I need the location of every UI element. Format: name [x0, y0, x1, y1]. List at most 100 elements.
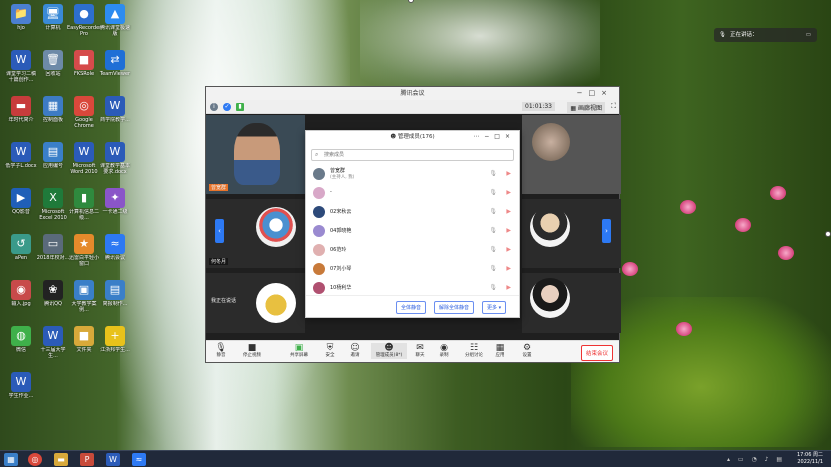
microphone-icon: 🎙: [719, 32, 726, 38]
microphone-muted-icon[interactable]: 🎙: [489, 246, 497, 253]
desktop-icon[interactable]: ▦ 控制面板: [36, 96, 70, 129]
camera-off-icon[interactable]: ▶: [506, 246, 511, 253]
video-tile[interactable]: 我正在说话: [206, 273, 305, 333]
microphone-muted-icon[interactable]: 🎙: [489, 189, 497, 196]
manage-members-button[interactable]: ☻ 管理成员(8*): [371, 343, 407, 359]
camera-off-icon[interactable]: ▶: [506, 170, 511, 177]
unmute-all-button[interactable]: 解除全体静音: [434, 301, 475, 314]
desktop-icon[interactable]: W 低学子L.docx: [4, 142, 38, 175]
desktop-icon[interactable]: ▬ 年时代简介: [4, 96, 38, 129]
info-icon[interactable]: i: [210, 103, 218, 111]
member-row[interactable]: 06范玲 🎙 ▶: [306, 241, 519, 260]
fullscreen-icon[interactable]: ⛶: [611, 102, 616, 111]
tencent-meeting-icon[interactable]: ≈: [132, 453, 146, 466]
desktop-icon[interactable]: W 学生作业...: [4, 372, 38, 405]
video-tile[interactable]: 曾宽群: [206, 115, 305, 194]
powerpoint-icon[interactable]: P: [80, 453, 94, 466]
close-icon[interactable]: ×: [505, 133, 515, 140]
desktop-icon[interactable]: W 课堂学习二稿十篇创作...: [4, 50, 38, 83]
apps-button[interactable]: ▦ 应用: [486, 343, 514, 359]
more-button[interactable]: 更多 ▾: [482, 301, 507, 314]
prev-page-button[interactable]: ‹: [215, 219, 224, 243]
stop-video-button[interactable]: ■ 停止视频: [238, 343, 266, 359]
invite-button[interactable]: ☺ 邀请: [341, 343, 369, 359]
microphone-muted-icon[interactable]: 🎙: [489, 170, 497, 177]
camera-off-icon[interactable]: ▶: [506, 284, 511, 291]
desktop-icon[interactable]: ▶ QQ影音: [4, 188, 38, 221]
microphone-muted-icon[interactable]: 🎙: [489, 265, 497, 272]
mute-all-button[interactable]: 全体静音: [396, 301, 427, 314]
shield-icon[interactable]: ✓: [223, 103, 231, 111]
camera-off-icon[interactable]: ▶: [506, 265, 511, 272]
desktop-icon-label: 微信: [15, 347, 26, 353]
camera-off-icon[interactable]: ▶: [506, 189, 511, 196]
microphone-muted-icon[interactable]: 🎙: [489, 227, 497, 234]
maximize-icon[interactable]: □: [494, 133, 505, 140]
chrome-icon[interactable]: ◎: [28, 453, 42, 466]
system-tray-icons[interactable]: ▴ ▭ ◔ ♪ ▤: [727, 456, 785, 463]
word-icon[interactable]: W: [106, 453, 120, 466]
chevron-icon[interactable]: ▭: [806, 28, 811, 42]
desktop-icon[interactable]: 📁 hjo: [4, 4, 38, 37]
desktop-icon[interactable]: ◎ Google Chrome: [67, 96, 101, 129]
desktop-icon[interactable]: ▤ 简报制作...: [98, 280, 132, 313]
signal-icon[interactable]: ▮: [236, 103, 244, 111]
desktop-icon[interactable]: ■ FKSRole: [67, 50, 101, 83]
desktop-icon[interactable]: ■ 文件夹: [67, 326, 101, 359]
desktop-icon[interactable]: ◉ 输入.jpg: [4, 280, 38, 313]
mute-button[interactable]: 🎙 静音: [207, 343, 235, 359]
share-screen-button[interactable]: ▣ 共享屏幕: [285, 343, 313, 359]
camera-off-icon[interactable]: ▶: [506, 208, 511, 215]
meeting-title: 腾讯会议: [400, 90, 425, 97]
desktop-icon[interactable]: ▮ 计算机信息二级...: [67, 188, 101, 221]
member-row[interactable]: 曾宽群 (主持人, 我) 🎙 ▶: [306, 165, 519, 184]
video-tile[interactable]: [522, 115, 621, 194]
member-row[interactable]: 07刘小琴 🎙 ▶: [306, 260, 519, 279]
desktop-icon[interactable]: W 课堂教学基本要求.docx: [98, 142, 132, 175]
minimize-icon[interactable]: −: [577, 89, 589, 97]
selection-handle[interactable]: [825, 231, 831, 237]
record-button[interactable]: ◉ 录制: [430, 343, 458, 359]
desktop-icon[interactable]: W Microsoft Word 2010: [67, 142, 101, 175]
member-row[interactable]: 02宋秋云 🎙 ▶: [306, 203, 519, 222]
app-icon: W: [11, 142, 31, 162]
start-button-icon[interactable]: ▦: [4, 453, 18, 466]
desktop-icon[interactable]: ≈ 腾讯会议: [98, 234, 132, 267]
settings-button[interactable]: ⚙ 设置: [513, 343, 541, 359]
member-row[interactable]: 04郭晓艳 🎙 ▶: [306, 222, 519, 241]
desktop-icon[interactable]: 🖥 计算机: [36, 4, 70, 37]
close-icon[interactable]: ×: [601, 89, 613, 97]
desktop-icon[interactable]: X Microsoft Excel 2010: [36, 188, 70, 221]
system-clock[interactable]: 17:06 周二 2022/11/1: [797, 452, 823, 466]
desktop-icon[interactable]: ▤ 应用编号: [36, 142, 70, 175]
camera-off-icon[interactable]: ▶: [506, 227, 511, 234]
desktop-icon[interactable]: ★ 迅雷白平轻小窗口: [67, 234, 101, 267]
desktop-icon[interactable]: + 江浙邦学生...: [98, 326, 132, 359]
security-button[interactable]: ⛨ 安全: [316, 343, 344, 359]
folder-icon[interactable]: ▬: [54, 453, 68, 466]
microphone-muted-icon[interactable]: 🎙: [489, 208, 497, 215]
next-page-button[interactable]: ›: [602, 219, 611, 243]
desktop-icon[interactable]: 🗑 回收站: [36, 50, 70, 83]
microphone-muted-icon[interactable]: 🎙: [489, 284, 497, 291]
member-search-input[interactable]: [312, 150, 513, 160]
video-tile[interactable]: [522, 273, 621, 333]
desktop-icon[interactable]: ▣ 大学教学案例...: [67, 280, 101, 313]
member-row[interactable]: - 🎙 ▶: [306, 184, 519, 203]
desktop-icon[interactable]: ● EasyRecorder Pro: [67, 4, 101, 37]
maximize-icon[interactable]: □: [589, 89, 602, 97]
minimize-icon[interactable]: −: [484, 133, 494, 140]
desktop-icon[interactable]: W 十三届大学生...: [36, 326, 70, 359]
end-meeting-button[interactable]: 结束会议: [580, 345, 613, 361]
desktop-icon[interactable]: ✦ 一卡通二级: [98, 188, 132, 221]
desktop-icon[interactable]: ▲ 腾讯课堂极速版: [98, 4, 132, 37]
desktop-icon[interactable]: ↺ aPen: [4, 234, 38, 267]
desktop-icon[interactable]: ❀ 腾讯QQ: [36, 280, 70, 313]
more-icon[interactable]: ⋯: [473, 133, 484, 140]
desktop-icon[interactable]: ⇄ TeamViewer: [98, 50, 132, 83]
desktop-icon[interactable]: W 商学院教学...: [98, 96, 132, 129]
desktop-icon[interactable]: ◍ 微信: [4, 326, 38, 359]
breakout-button[interactable]: ☷ 分组讨论: [460, 343, 488, 359]
desktop-icon[interactable]: ▭ 2018年校对...: [36, 234, 70, 267]
view-switch-button[interactable]: ▦ 画廊视图: [567, 102, 605, 113]
